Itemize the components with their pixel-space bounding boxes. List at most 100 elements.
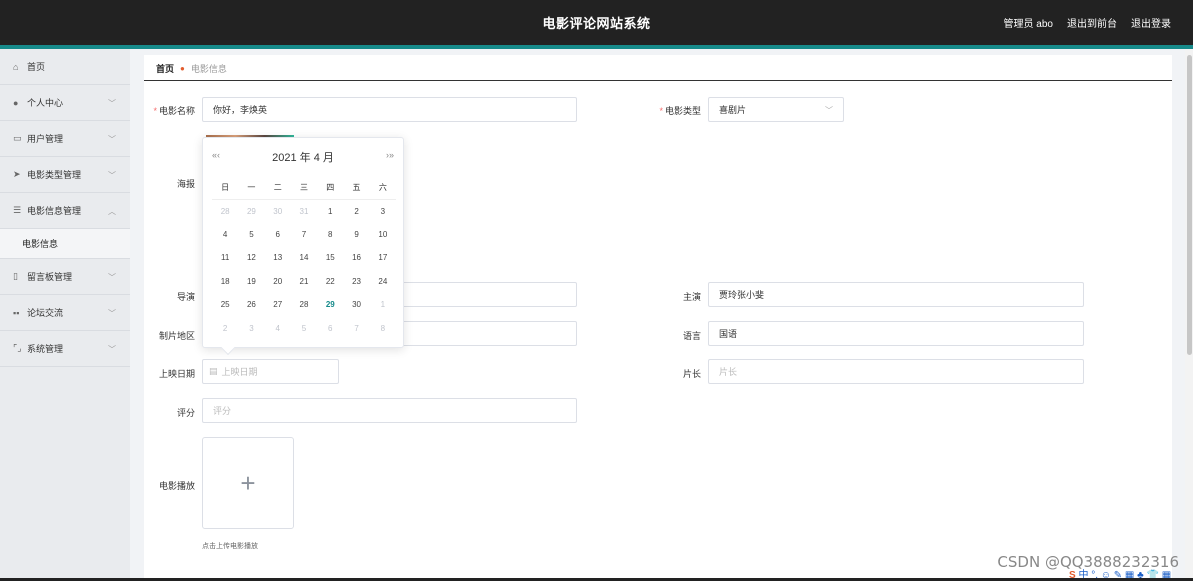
weekday-header: 四 [317,176,344,200]
calendar-day[interactable]: 27 [265,293,291,317]
breadcrumb-divider [144,80,1172,81]
calendar-week-row: 28 29 30 31 1 2 3 [212,199,396,223]
calendar-day[interactable]: 4 [265,317,291,341]
calendar-day[interactable]: 30 [343,293,369,317]
chevron-down-icon: ﹀ [108,171,116,180]
calendar-day[interactable]: 8 [317,223,343,247]
calendar-day[interactable]: 29 [317,293,343,317]
sidebar-item-message-board[interactable]: ▯ 留言板管理 ﹀ [0,259,130,295]
header-accent-bar [0,45,1193,49]
sidebar-item-forum[interactable]: ▪▪ 论坛交流 ﹀ [0,295,130,331]
calendar-day[interactable]: 15 [317,246,343,270]
chevron-down-icon: ﹀ [108,273,116,282]
calendar-day[interactable]: 8 [370,317,396,341]
list-icon: ☰ [13,205,22,215]
sidebar-item-movie-type-management[interactable]: ➤ 电影类型管理 ﹀ [0,157,130,193]
movie-name-input[interactable]: 你好，李焕英 [202,97,577,122]
actor-input[interactable]: 贾玲张小斐 [708,282,1084,307]
calendar-day[interactable]: 21 [291,270,317,294]
next-month-year-button[interactable]: ›» [386,150,394,160]
chevron-down-icon: ﹀ [108,309,116,318]
release-date-input[interactable]: ▤ 上映日期 [202,359,339,384]
sidebar-item-movie-info-management[interactable]: ☰ 电影信息管理 ︿ [0,193,130,229]
calendar-day[interactable]: 22 [317,270,343,294]
score-label: 评分 [176,408,195,418]
weekday-header: 一 [238,176,265,200]
movie-play-label: 电影播放 [158,481,195,491]
chevron-down-icon: ﹀ [108,99,116,108]
calendar-day[interactable]: 17 [370,246,396,270]
calendar-week-row: 11 12 13 14 15 16 17 [212,246,396,270]
sidebar-subitem-movie-info[interactable]: 电影信息 [0,229,130,259]
calendar-day[interactable]: 31 [291,199,317,223]
calendar-day[interactable]: 3 [238,317,264,341]
calendar-day[interactable]: 18 [212,270,238,294]
movie-type-select[interactable]: 喜剧片 ﹀ [708,97,844,122]
calendar-day[interactable]: 13 [265,246,291,270]
sidebar-item-label: 电影类型管理 [27,170,82,180]
phone-icon: ▯ [13,271,18,281]
sidebar-item-user-management[interactable]: ▭ 用户管理 ﹀ [0,121,130,157]
calendar-day[interactable]: 10 [370,223,396,247]
calendar-day[interactable]: 26 [238,293,264,317]
sidebar-item-personal-center[interactable]: ● 个人中心 ﹀ [0,85,130,121]
sidebar-item-label: 个人中心 [27,98,64,108]
release-date-placeholder: 上映日期 [221,367,258,377]
calendar-day[interactable]: 2 [343,199,369,223]
exit-to-front-link[interactable]: 退出到前台 [1067,15,1117,30]
calendar-day[interactable]: 6 [317,317,343,341]
calendar-day[interactable]: 29 [238,199,264,223]
breadcrumb-separator-icon: ● [180,64,185,73]
calendar-day[interactable]: 23 [343,270,369,294]
calendar-day[interactable]: 11 [212,246,238,270]
admin-user-link[interactable]: 管理员 abo [1004,15,1053,30]
calendar-day[interactable]: 2 [212,317,238,341]
logout-link[interactable]: 退出登录 [1131,15,1171,30]
calendar-day[interactable]: 24 [370,270,396,294]
chevron-down-icon: ﹀ [825,106,833,115]
user-icon: ● [13,97,19,108]
weekday-header-row: 日一二三四五六 [212,176,396,200]
calendar-day[interactable]: 6 [265,223,291,247]
calendar-day[interactable]: 16 [343,246,369,270]
calendar-day[interactable]: 4 [212,223,238,247]
director-label: 导演 [176,292,195,302]
weekday-header: 五 [343,176,370,200]
region-label: 制片地区 [158,331,195,341]
score-input[interactable]: 评分 [202,398,577,423]
calendar-day[interactable]: 19 [238,270,264,294]
calendar-days: 28 29 30 31 1 2 3 4 5 6 7 8 9 10 11 12 13 14 15 16 17 18 19 20 2… [212,199,396,340]
breadcrumb: 首页 ● 电影信息 [156,62,227,75]
calendar-grid: 日一二三四五六 28 29 30 31 1 2 3 4 5 6 7 8 9 10 11 12 13 14 15 16 1… [212,176,396,340]
movie-play-upload[interactable]: + [202,437,294,529]
breadcrumb-home[interactable]: 首页 [156,62,174,75]
chevron-down-icon: ﹀ [108,345,116,354]
page-scrollbar-thumb[interactable] [1187,55,1192,355]
calendar-day[interactable]: 7 [291,223,317,247]
calendar-day[interactable]: 1 [370,293,396,317]
calendar-day[interactable]: 3 [370,199,396,223]
calendar-day[interactable]: 14 [291,246,317,270]
calendar-day[interactable]: 20 [265,270,291,294]
sidebar-item-system-management[interactable]: ⌜⌟ 系统管理 ﹀ [0,331,130,367]
calendar-day[interactable]: 5 [238,223,264,247]
sidebar-item-label: 论坛交流 [27,308,64,318]
sidebar-item-home[interactable]: ⌂ 首页 [0,49,130,85]
calendar-day[interactable]: 5 [291,317,317,341]
sidebar-item-label: 留言板管理 [27,272,73,282]
calendar-day[interactable]: 28 [212,199,238,223]
calendar-icon: ▤ [209,366,218,376]
calendar-day[interactable]: 12 [238,246,264,270]
language-label: 语言 [682,331,701,341]
weekday-header: 三 [290,176,318,200]
header-links: 管理员 abo 退出到前台 退出登录 [1004,15,1171,30]
calendar-day[interactable]: 25 [212,293,238,317]
calendar-day[interactable]: 1 [317,199,343,223]
calendar-day[interactable]: 9 [343,223,369,247]
calendar-day[interactable]: 7 [343,317,369,341]
calendar-day[interactable]: 28 [291,293,317,317]
send-icon: ➤ [13,169,21,179]
language-input[interactable]: 国语 [708,321,1084,346]
calendar-day[interactable]: 30 [265,199,291,223]
duration-input[interactable]: 片长 [708,359,1084,384]
